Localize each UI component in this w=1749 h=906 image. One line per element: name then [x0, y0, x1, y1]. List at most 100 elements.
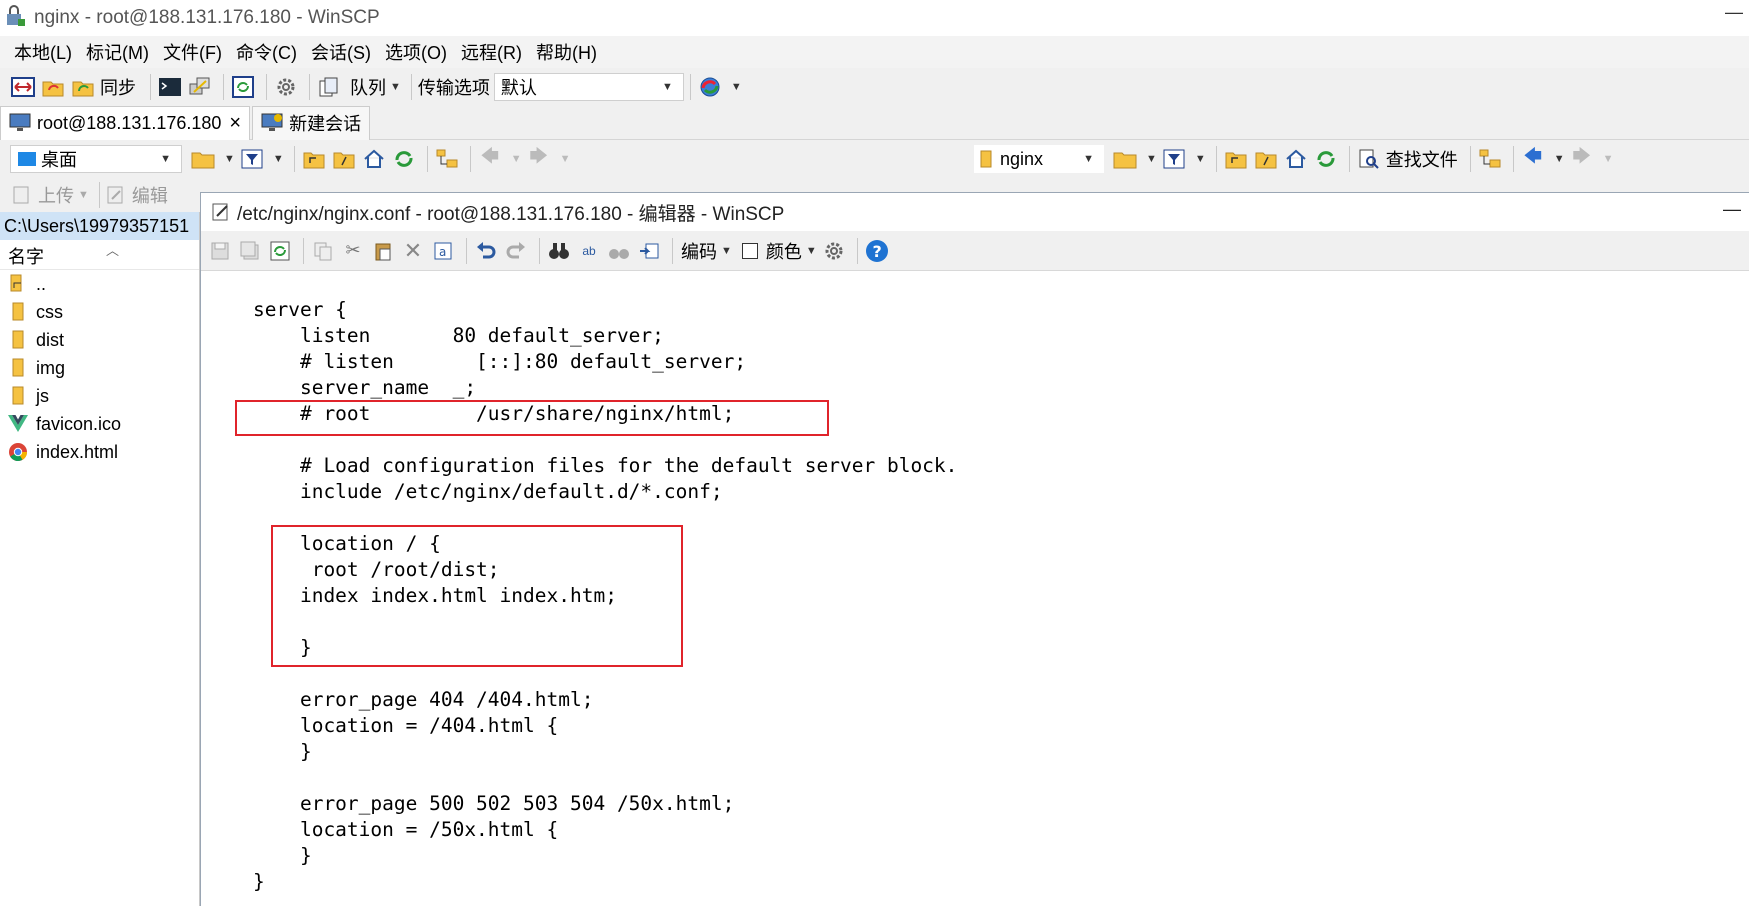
find-files-label[interactable]: 查找文件 [1386, 146, 1458, 172]
chevron-down-icon[interactable]: ▼ [160, 153, 171, 165]
menu-options[interactable]: 选项(O) [385, 39, 447, 65]
save-icon[interactable] [207, 238, 233, 264]
menu-local[interactable]: 本地(L) [14, 39, 72, 65]
chevron-down-icon[interactable]: ▼ [560, 153, 571, 165]
synchronize-button[interactable] [70, 74, 96, 100]
code-line: error_page 500 502 503 504 /50x.html; [253, 792, 735, 815]
local-path-bar[interactable]: C:\Users\19979357151 [0, 212, 199, 240]
home-icon[interactable] [1283, 146, 1309, 172]
edit-icon[interactable] [106, 185, 126, 205]
filter-icon[interactable] [1161, 146, 1187, 172]
chevron-down-icon[interactable]: ▼ [721, 245, 732, 257]
parent-directory-icon[interactable] [301, 146, 327, 172]
menu-file[interactable]: 文件(F) [163, 39, 222, 65]
parent-directory-icon[interactable] [1223, 146, 1249, 172]
copy-icon[interactable] [310, 238, 336, 264]
list-item[interactable]: css [0, 298, 199, 326]
chevron-down-icon[interactable]: ▼ [1554, 153, 1565, 165]
list-item[interactable]: img [0, 354, 199, 382]
back-arrow-icon[interactable]: 🡄 [1520, 146, 1546, 172]
chevron-down-icon[interactable]: ▼ [806, 245, 817, 257]
toolbar-separator [309, 74, 310, 100]
encoding-label[interactable]: 编码 [681, 238, 717, 264]
root-directory-icon[interactable] [331, 146, 357, 172]
redo-icon[interactable] [503, 238, 529, 264]
reload-icon[interactable] [267, 238, 293, 264]
replace-icon[interactable]: ab [576, 238, 602, 264]
forward-arrow-icon[interactable]: 🡆 [526, 146, 552, 172]
filter-icon[interactable] [239, 146, 265, 172]
minimize-button[interactable]: — [1723, 199, 1741, 220]
upload-label[interactable]: 上传 [38, 182, 74, 208]
menu-remote[interactable]: 远程(R) [461, 39, 522, 65]
menu-help[interactable]: 帮助(H) [536, 39, 597, 65]
help-icon[interactable]: ? [864, 238, 890, 264]
close-icon[interactable]: × [229, 112, 241, 135]
minimize-button[interactable]: — [1725, 2, 1743, 23]
gear-icon[interactable] [273, 74, 299, 100]
open-folder-icon[interactable] [1112, 146, 1138, 172]
chevron-down-icon[interactable]: ▼ [1195, 153, 1206, 165]
paste-icon[interactable] [370, 238, 396, 264]
queue-icon[interactable] [316, 74, 342, 100]
home-icon[interactable] [361, 146, 387, 172]
list-item[interactable]: favicon.ico [0, 410, 199, 438]
save-all-icon[interactable] [237, 238, 263, 264]
open-folder-icon[interactable] [190, 146, 216, 172]
find-icon[interactable] [546, 238, 572, 264]
chevron-down-icon[interactable]: ▼ [78, 189, 89, 201]
undo-icon[interactable] [473, 238, 499, 264]
gear-icon[interactable] [821, 238, 847, 264]
tab-session[interactable]: root@188.131.176.180 × [0, 105, 251, 140]
putty-icon[interactable] [187, 74, 213, 100]
chevron-down-icon[interactable]: ▼ [273, 153, 284, 165]
back-arrow-icon[interactable]: 🡄 [477, 146, 503, 172]
sync-label[interactable]: 同步 [100, 74, 136, 100]
find-files-icon[interactable] [1356, 146, 1382, 172]
root-directory-icon[interactable] [1253, 146, 1279, 172]
menu-session[interactable]: 会话(S) [311, 39, 371, 65]
chevron-down-icon[interactable]: ▼ [1603, 153, 1614, 165]
chevron-down-icon[interactable]: ▼ [1146, 153, 1157, 165]
local-location-select[interactable]: 桌面 ▼ [10, 145, 182, 173]
column-name-header[interactable]: 名字 [8, 243, 44, 269]
menu-mark[interactable]: 标记(M) [86, 39, 149, 65]
list-item[interactable]: dist [0, 326, 199, 354]
upload-icon[interactable] [12, 185, 32, 205]
synchronize-browsing-button[interactable] [40, 74, 66, 100]
delete-icon[interactable]: ✕ [400, 238, 426, 264]
sort-ascending-icon: ︿ [106, 243, 120, 258]
select-all-icon[interactable]: a [430, 238, 456, 264]
list-item[interactable]: index.html [0, 438, 199, 466]
tree-view-icon[interactable] [434, 146, 460, 172]
find-next-icon[interactable] [606, 238, 632, 264]
chevron-down-icon[interactable]: ▼ [224, 153, 235, 165]
chevron-down-icon[interactable]: ▼ [390, 81, 401, 93]
transfer-preset-select[interactable]: 默认 ▼ [493, 73, 684, 101]
forward-arrow-icon[interactable]: 🡆 [1569, 146, 1595, 172]
chevron-down-icon[interactable]: ▼ [511, 153, 522, 165]
color-checkbox[interactable] [741, 242, 758, 259]
menu-command[interactable]: 命令(C) [236, 39, 297, 65]
remote-nav: nginx ▼ ▼ ▼ 查找文件 🡄 ▼ 🡆 ▼ [974, 145, 1618, 173]
refresh-window-icon[interactable] [230, 74, 256, 100]
color-label[interactable]: 颜色 [766, 238, 802, 264]
cut-icon[interactable]: ✂ [340, 238, 366, 264]
tab-new-session[interactable]: 新建会话 [252, 105, 371, 140]
refresh-icon[interactable] [391, 146, 417, 172]
compare-directories-button[interactable] [10, 74, 36, 100]
list-item[interactable]: js [0, 382, 199, 410]
list-item[interactable]: .. [0, 270, 199, 298]
terminal-icon[interactable] [157, 74, 183, 100]
local-column-header[interactable]: 名字 ︿ [0, 240, 199, 270]
remote-location-select[interactable]: nginx ▼ [974, 145, 1104, 173]
globe-sync-icon[interactable] [697, 74, 723, 100]
chevron-down-icon[interactable]: ▼ [731, 81, 742, 93]
refresh-icon[interactable] [1313, 146, 1339, 172]
tree-view-icon[interactable] [1477, 146, 1503, 172]
goto-line-icon[interactable] [636, 238, 662, 264]
queue-label[interactable]: 队列 [350, 74, 386, 100]
chevron-down-icon[interactable]: ▼ [1083, 153, 1094, 165]
edit-label[interactable]: 编辑 [132, 182, 168, 208]
chevron-down-icon[interactable]: ▼ [662, 81, 673, 93]
